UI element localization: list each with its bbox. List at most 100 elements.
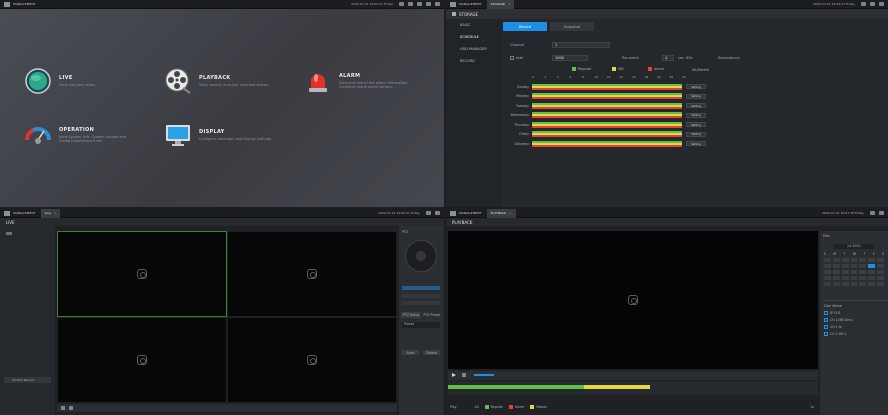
tab-live[interactable]: Live × (40, 209, 61, 218)
legend-alarm[interactable]: Alarm (648, 67, 664, 71)
user-icon[interactable] (870, 211, 875, 215)
calendar-day[interactable] (824, 276, 831, 280)
setting-button[interactable]: Setting (686, 112, 706, 118)
channel-checkbox[interactable] (824, 311, 828, 315)
calendar-day[interactable] (877, 258, 884, 262)
calendar-day[interactable] (859, 270, 867, 274)
setting-button[interactable]: Setting (686, 84, 706, 89)
day-schedule-bar[interactable] (532, 131, 682, 137)
close-icon[interactable]: × (54, 211, 57, 215)
volume-slider[interactable] (474, 374, 494, 376)
user-icon[interactable] (426, 211, 431, 215)
tab-ptz-setup[interactable]: PTZ Setup (401, 312, 421, 318)
setting-button[interactable]: Setting (686, 131, 706, 137)
setting-button[interactable]: Setting (686, 141, 706, 146)
calendar-day[interactable] (877, 270, 884, 274)
sidebar-item-basic[interactable]: BASIC (446, 19, 502, 31)
calendar-day[interactable] (868, 276, 876, 280)
calendar-day[interactable] (868, 258, 876, 262)
screen-icon[interactable] (879, 2, 884, 6)
ptz-zoom-row[interactable] (402, 294, 440, 298)
channel-item[interactable]: CH 2 DH 1 (824, 332, 888, 336)
legend-md[interactable]: MD (612, 67, 624, 71)
calendar-day[interactable] (832, 258, 840, 262)
ptz-focus-row[interactable] (402, 301, 440, 305)
tab-snapshot[interactable]: Snapshot (550, 22, 594, 31)
calendar-day[interactable] (832, 270, 840, 274)
sidebar-item-schedule[interactable]: SCHEDULE (446, 31, 502, 43)
add-input[interactable]: 1000 (552, 55, 588, 61)
timeline[interactable] (448, 381, 818, 395)
calendar-day[interactable] (841, 270, 849, 274)
lock-icon[interactable] (408, 2, 413, 6)
calendar-day[interactable] (841, 258, 849, 262)
tab-ptz-preset[interactable]: PTZ Preset (422, 312, 442, 318)
preset-select[interactable]: Preset (402, 322, 440, 328)
stop-icon[interactable] (462, 373, 466, 377)
user-icon[interactable] (861, 2, 866, 6)
video-cell-2[interactable] (227, 231, 397, 317)
screen-icon[interactable] (426, 2, 431, 6)
calendar-day[interactable] (868, 264, 876, 268)
calendar-day[interactable] (841, 282, 849, 286)
lock-icon[interactable] (870, 2, 875, 6)
day-schedule-bar[interactable] (532, 121, 682, 128)
zoom-level[interactable]: 1x (810, 405, 814, 409)
calendar-day[interactable] (868, 270, 876, 274)
channel-item[interactable]: IP CH1 (824, 311, 888, 315)
channel-item[interactable]: CH 1 fs (824, 325, 888, 329)
calendar-day[interactable] (824, 264, 831, 268)
tab-playback[interactable]: PLAYBACK × (486, 209, 516, 218)
channel-item[interactable]: CH 1080 Dev1 (824, 318, 888, 322)
fullscreen-icon[interactable] (69, 406, 73, 410)
channel-checkbox[interactable] (824, 332, 828, 336)
calendar-day[interactable] (841, 276, 849, 280)
calendar-day[interactable] (859, 258, 867, 262)
channel-checkbox[interactable] (824, 318, 828, 322)
day-schedule-bar[interactable] (532, 102, 682, 109)
video-cell-3[interactable] (57, 317, 227, 403)
menu-icon[interactable] (417, 2, 422, 6)
playback-video[interactable] (448, 231, 818, 369)
tile-alarm[interactable]: ALARM View and search the alarm informati… (305, 68, 417, 94)
tile-display[interactable]: DISPLAY Configure resolution and display … (165, 122, 277, 148)
channel-select[interactable]: 1 (552, 42, 610, 48)
calendar-day[interactable] (859, 282, 867, 286)
calendar-day[interactable] (841, 264, 849, 268)
all-delete-label[interactable]: All/Delete (692, 68, 709, 72)
sidebar-item-record[interactable]: RECORD (446, 55, 502, 67)
calendar-day[interactable] (877, 282, 884, 286)
tab-storage[interactable]: STORAGE × (486, 0, 515, 9)
calendar-day[interactable] (877, 276, 884, 280)
screen-icon[interactable] (879, 211, 884, 215)
calendar-day[interactable] (832, 264, 840, 268)
tile-operation[interactable]: OPERATION View System Info, System Update… (25, 122, 137, 148)
pre-event-input[interactable]: 4 (662, 55, 674, 61)
add-checkbox[interactable]: Add (510, 56, 523, 60)
tile-playback[interactable]: PLAYBACK View, search, and play recorded … (165, 68, 277, 94)
folder-icon[interactable] (6, 232, 12, 235)
close-icon[interactable]: × (508, 2, 511, 6)
video-cell-1[interactable] (57, 231, 227, 317)
calendar-day[interactable] (859, 264, 867, 268)
day-schedule-bar[interactable] (532, 140, 682, 147)
delete-button[interactable]: Delete (423, 350, 440, 355)
split-icon[interactable] (61, 406, 65, 410)
legend-regular[interactable]: Regular (572, 67, 591, 71)
calendar-day[interactable] (850, 258, 858, 262)
day-schedule-bar[interactable] (532, 112, 682, 118)
video-cell-4[interactable] (227, 317, 397, 403)
calendar-day[interactable] (824, 258, 831, 262)
day-schedule-bar[interactable] (532, 83, 682, 90)
setting-button[interactable]: Setting (686, 93, 706, 99)
calendar-day[interactable] (850, 270, 858, 274)
month-selector[interactable]: Jul 2020 (834, 244, 874, 249)
day-schedule-bar[interactable] (532, 93, 682, 99)
calendar-day[interactable] (832, 282, 840, 286)
channel-checkbox[interactable] (824, 325, 828, 329)
calendar-day[interactable] (877, 264, 884, 268)
calendar-day[interactable] (850, 282, 858, 286)
user-icon[interactable] (399, 2, 404, 6)
tab-record[interactable]: Record (503, 22, 547, 31)
calendar-day[interactable] (868, 282, 876, 286)
